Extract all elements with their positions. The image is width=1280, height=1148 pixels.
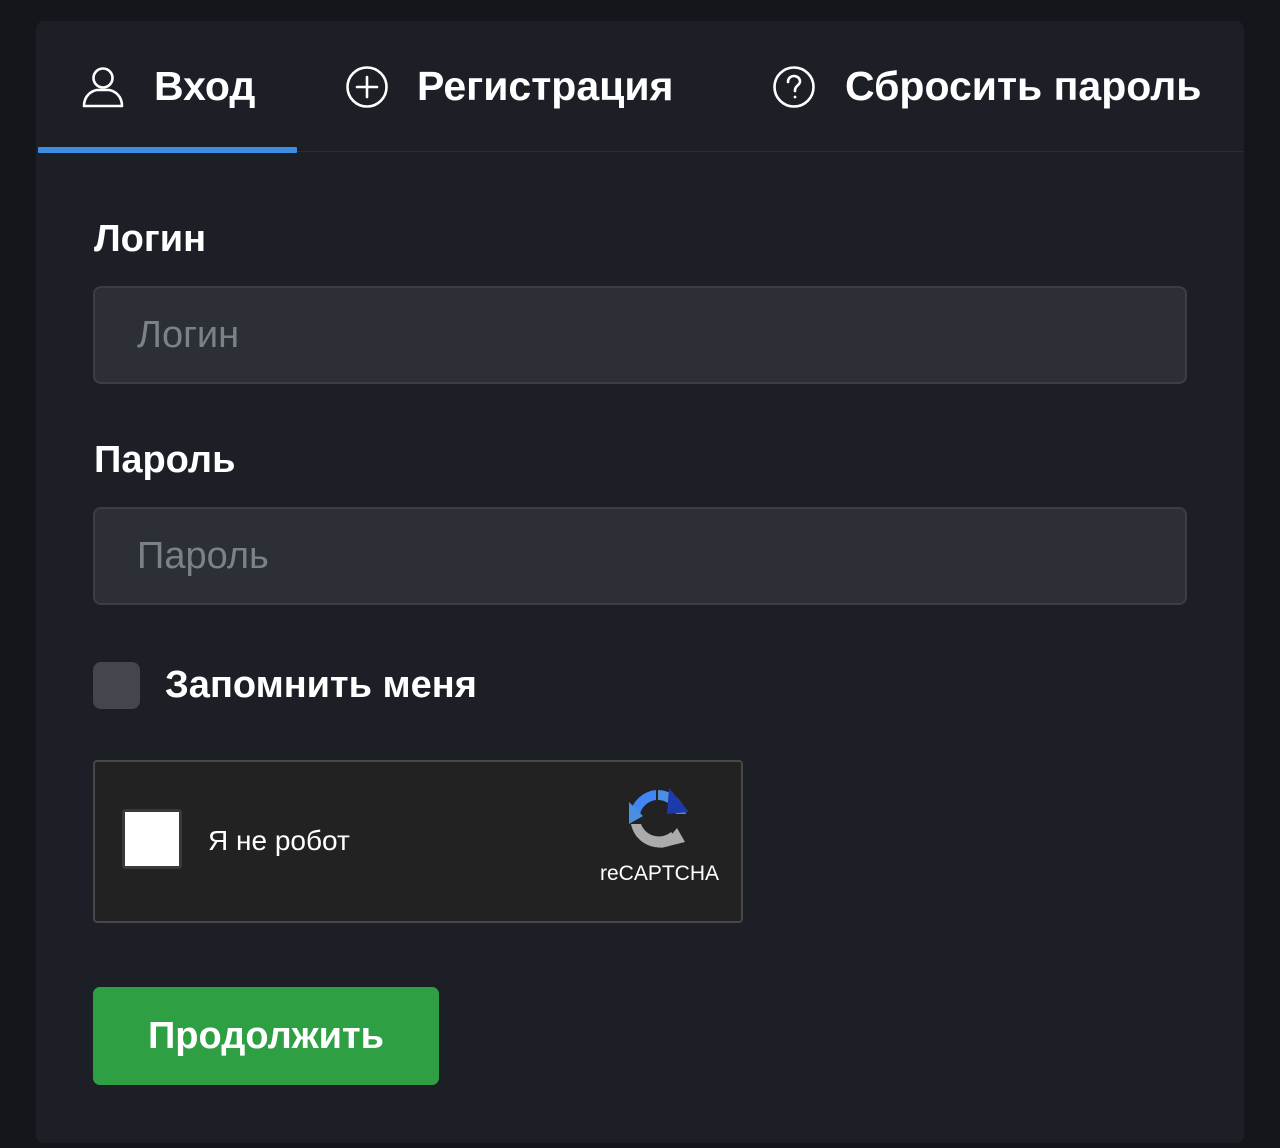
- password-label: Пароль: [94, 439, 236, 481]
- remember-me[interactable]: Запомнить меня: [93, 661, 477, 709]
- active-tab-indicator: [38, 147, 297, 153]
- plus-circle-icon: [344, 64, 390, 110]
- tab-register-label: Регистрация: [417, 63, 674, 109]
- recaptcha-logo-icon: [629, 788, 689, 848]
- remember-checkbox[interactable]: [93, 661, 140, 709]
- continue-button[interactable]: Продолжить: [93, 987, 439, 1085]
- remember-label: Запомнить меня: [165, 663, 477, 706]
- question-circle-icon: [771, 64, 817, 110]
- user-icon: [80, 64, 126, 110]
- recaptcha-label: Я не робот: [208, 825, 350, 856]
- tab-login-label: Вход: [154, 63, 256, 109]
- tab-reset-label: Сбросить пароль: [845, 63, 1202, 109]
- recaptcha-checkbox[interactable]: [122, 809, 182, 869]
- tab-reset-password[interactable]: Сбросить пароль: [771, 21, 1202, 152]
- password-input[interactable]: [93, 507, 1187, 605]
- tab-register[interactable]: Регистрация: [344, 21, 673, 152]
- recaptcha-widget: Я не робот reCAPTCHA: [93, 760, 743, 923]
- recaptcha-brand: reCAPTCHA: [600, 862, 720, 885]
- auth-panel: Вход Регистрация Сбросить пароль Логин Л…: [36, 21, 1244, 1143]
- login-label: Логин: [94, 218, 207, 260]
- tab-login[interactable]: Вход: [80, 21, 255, 152]
- auth-tabs: Вход Регистрация Сбросить пароль: [36, 21, 1244, 153]
- login-input[interactable]: [93, 286, 1187, 384]
